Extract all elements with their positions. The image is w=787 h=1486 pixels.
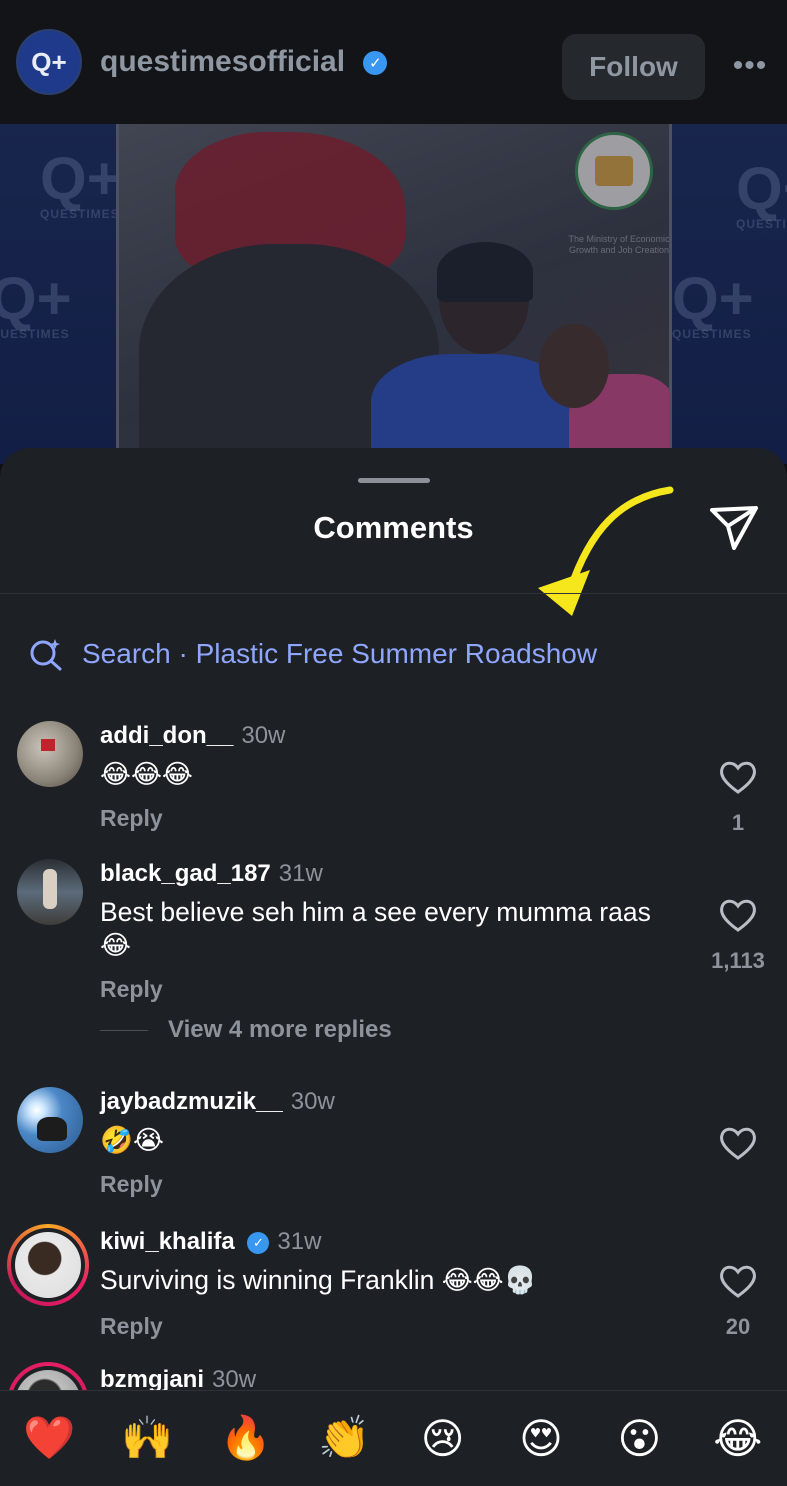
header-divider [0,593,787,594]
verified-badge-icon: ✓ [363,51,388,76]
heart-icon[interactable] [718,1123,758,1163]
view-more-replies-link[interactable]: View 4 more replies [100,1016,392,1044]
comment-meta: kiwi_khalifa ✓ 31w [100,1228,321,1256]
commenter-avatar [15,1232,81,1298]
comment-search-link[interactable]: Search · Plastic Free Summer Roadshow [28,636,597,672]
emoji-clapping-hands[interactable]: 👏 [311,1414,377,1463]
follow-button[interactable]: Follow [562,34,705,100]
comment-meta: addi_don__ 30w [100,722,285,750]
video-background: Q+QUESTIMES Q+QUESTIMES Q+QUESTIMES Q+QU… [0,124,787,464]
verified-badge-icon: ✓ [247,1231,270,1254]
comment-time: 30w [290,1088,335,1115]
view-more-replies-label[interactable]: View 4 more replies [168,1016,392,1044]
reply-button[interactable]: Reply [100,1171,163,1198]
emoji-crying-face[interactable]: 😢 [410,1414,476,1463]
comment-text: 😂😂😂 [100,759,193,789]
emoji-reaction-bar: ❤️ 🙌 🔥 👏 😢 😍 😮 😂 [0,1390,787,1486]
commenter-avatar[interactable] [17,1087,83,1153]
heart-icon[interactable] [718,757,758,797]
comment-username[interactable]: jaybadzmuzik__ [100,1088,283,1115]
heart-icon[interactable] [718,895,758,935]
like-count: 20 [725,1314,751,1339]
like-count: 1 [731,810,745,835]
comment-time: 31w [278,860,323,887]
reply-button[interactable]: Reply [100,805,163,832]
comment-text: 🤣😭 [100,1125,164,1155]
search-sparkle-icon [30,639,62,671]
comment-time: 30w [241,722,286,749]
comment-time: 30w [212,1366,257,1393]
comment-text: Surviving is winning Franklin 😂😂💀 [100,1265,537,1295]
comment-meta: jaybadzmuzik__ 30w [100,1088,335,1116]
comment-username[interactable]: kiwi_khalifa [100,1228,235,1255]
emoji-heart-eyes[interactable]: 😍 [508,1414,574,1463]
sheet-drag-handle[interactable] [358,478,430,483]
post-header: Q+ questimesofficial ✓ Follow ••• [0,0,787,124]
comment-username[interactable]: bzmgjani [100,1366,204,1393]
emoji-red-heart[interactable]: ❤️ [16,1414,82,1463]
emoji-raising-hands[interactable]: 🙌 [115,1414,181,1463]
search-label[interactable]: Search · Plastic Free Summer Roadshow [82,638,597,670]
comment-time: 31w [277,1228,322,1255]
commenter-avatar-story-ring[interactable] [7,1224,89,1306]
post-username-text[interactable]: questimesofficial [100,45,345,78]
video-dim-overlay [0,124,787,464]
post-author-avatar[interactable]: Q+ [16,29,82,95]
replies-divider-line [100,1029,148,1031]
emoji-tears-of-joy[interactable]: 😂 [705,1414,771,1463]
comment-meta: black_gad_187 31w [100,860,323,888]
comment-text: Best believe seh him a see every mumma r… [100,897,651,960]
comment-username[interactable]: addi_don__ [100,722,233,749]
commenter-avatar[interactable] [17,859,83,925]
annotation-arrow-icon [538,486,674,616]
like-count: 1,113 [711,948,765,973]
emoji-fire[interactable]: 🔥 [213,1414,279,1463]
post-author-username[interactable]: questimesofficial ✓ [100,45,388,79]
heart-icon[interactable] [718,1261,758,1301]
reply-button[interactable]: Reply [100,1313,163,1340]
emoji-astonished-face[interactable]: 😮 [606,1414,672,1463]
more-options-icon[interactable]: ••• [728,44,772,88]
reply-button[interactable]: Reply [100,976,163,1003]
commenter-avatar[interactable] [17,721,83,787]
comment-username[interactable]: black_gad_187 [100,860,271,887]
share-icon[interactable] [706,502,762,554]
